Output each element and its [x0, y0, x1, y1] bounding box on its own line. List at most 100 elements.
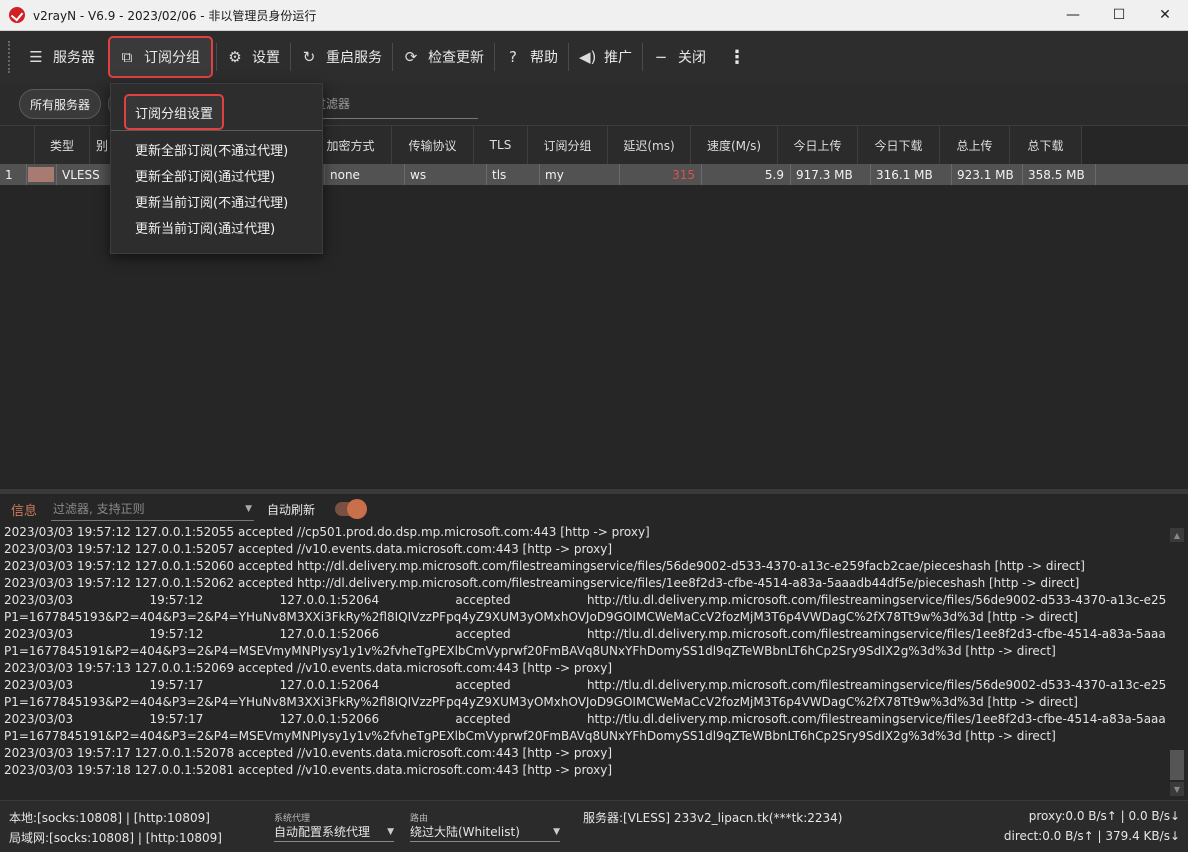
column-header-today-up[interactable]: 今日上传	[778, 126, 858, 164]
chevron-down-icon: ▼	[387, 826, 394, 837]
lan-ports: 局域网:[socks:10808] | [http:10809]	[9, 831, 222, 845]
auto-refresh-label: 自动刷新	[267, 502, 316, 517]
update-all-no-proxy-menu-item[interactable]: 更新全部订阅(不通过代理)	[135, 140, 288, 159]
row-delay: 315	[620, 164, 702, 185]
row-today-down: 316.1 MB	[871, 164, 952, 185]
column-header-total-up[interactable]: 总上传	[940, 126, 1010, 164]
subscription-settings-menu-item[interactable]: 订阅分组设置	[123, 94, 225, 130]
system-proxy-select[interactable]: 自动配置系统代理 ▼	[274, 822, 394, 842]
minimize-button[interactable]: —	[1050, 0, 1096, 31]
close-button[interactable]: − 关闭	[643, 39, 716, 75]
row-subscription: my	[540, 164, 620, 185]
server-filter-input[interactable]: 过滤器	[308, 91, 478, 119]
close-window-button[interactable]: ✕	[1142, 0, 1188, 31]
check-update-label: 检查更新	[428, 50, 484, 66]
log-line: P1=1677845193&P2=404&P3=2&P4=YHuNv8M3XXi…	[4, 695, 1078, 709]
help-button[interactable]: ? 帮助	[495, 39, 568, 75]
promote-button[interactable]: ◀) 推广	[569, 39, 642, 75]
log-line: 2023/03/03 19:57:13 127.0.0.1:52069 acce…	[4, 661, 613, 675]
column-header-tls[interactable]: TLS	[474, 126, 528, 164]
log-line: 2023/03/03 19:57:18 127.0.0.1:52081 acce…	[4, 763, 613, 777]
row-encryption: none	[325, 164, 405, 185]
main-toolbar: ☰ 服务器 ⧉ 订阅分组 ⚙ 设置 ↻ 重启服务 ⟳ 检查更新 ? 帮助 ◀) …	[0, 31, 1188, 83]
server-icon: ☰	[29, 48, 43, 66]
speaker-icon: ◀)	[579, 48, 597, 66]
current-server: 服务器:[VLESS] 233v2_lipacn.tk(***tk:2234)	[583, 811, 843, 825]
close-label: 关闭	[678, 50, 706, 66]
auto-refresh-toggle[interactable]	[335, 499, 368, 519]
log-line: 2023/03/03 19:57:12 127.0.0.1:52062 acce…	[4, 576, 1080, 590]
update-current-no-proxy-menu-item[interactable]: 更新当前订阅(不通过代理)	[135, 192, 288, 211]
column-header-total-down[interactable]: 总下载	[1010, 126, 1082, 164]
column-header-today-down[interactable]: 今日下载	[858, 126, 940, 164]
column-header-index	[0, 126, 35, 164]
log-line: 2023/03/03 19:57:17 127.0.0.1:52078 acce…	[4, 746, 613, 760]
row-total-up: 923.1 MB	[952, 164, 1023, 185]
more-options-button[interactable]: ⋮	[716, 47, 758, 68]
column-header-speed[interactable]: 速度(M/s)	[691, 126, 778, 164]
proxy-speed: proxy:0.0 B/s↑ | 0.0 B/s↓	[1028, 809, 1180, 823]
status-bar: 本地:[socks:10808] | [http:10809] 局域网:[soc…	[0, 800, 1188, 852]
update-all-proxy-menu-item[interactable]: 更新全部订阅(通过代理)	[135, 166, 275, 185]
servers-label: 服务器	[53, 50, 95, 66]
promote-label: 推广	[604, 50, 632, 66]
log-line: 2023/03/03 19:57:17 127.0.0.1:52066 acce…	[4, 712, 1166, 726]
row-transport: ws	[405, 164, 487, 185]
subscription-label: 订阅分组	[144, 50, 200, 66]
row-color-swatch	[28, 167, 54, 182]
log-line: 2023/03/03 19:57:12 127.0.0.1:52055 acce…	[4, 525, 650, 539]
routing-select[interactable]: 绕过大陆(Whitelist) ▼	[410, 822, 560, 842]
log-scrollbar[interactable]: ▲ ▼	[1170, 528, 1184, 796]
log-panel: 信息 过滤器, 支持正则 ▼ 自动刷新 2023/03/03 19:57:12 …	[0, 494, 1188, 800]
subscription-dropdown-menu: 订阅分组设置 更新全部订阅(不通过代理) 更新全部订阅(通过代理) 更新当前订阅…	[110, 83, 323, 254]
column-header-subscription[interactable]: 订阅分组	[528, 126, 608, 164]
log-line: 2023/03/03 19:57:12 127.0.0.1:52066 acce…	[4, 627, 1166, 641]
chevron-down-icon[interactable]: ▼	[245, 504, 252, 514]
row-speed: 5.9	[702, 164, 791, 185]
log-line: P1=1677845191&P2=404&P3=2&P4=MSEVmyMNPIy…	[4, 729, 1056, 743]
row-color-cell	[27, 164, 57, 185]
system-proxy-value: 自动配置系统代理	[274, 825, 371, 839]
log-line: 2023/03/03 19:57:12 127.0.0.1:52060 acce…	[4, 559, 1085, 573]
help-label: 帮助	[530, 50, 558, 66]
check-update-button[interactable]: ⟳ 检查更新	[393, 39, 494, 75]
log-line: 2023/03/03 19:57:12 127.0.0.1:52057 acce…	[4, 542, 613, 556]
restart-icon: ↻	[302, 48, 316, 66]
row-tls: tls	[487, 164, 540, 185]
column-header-delay[interactable]: 延迟(ms)	[608, 126, 691, 164]
maximize-button[interactable]: ☐	[1096, 0, 1142, 31]
scroll-up-icon[interactable]: ▲	[1170, 528, 1184, 542]
servers-button[interactable]: ☰ 服务器	[18, 39, 105, 75]
log-line: P1=1677845193&P2=404&P3=2&P4=YHuNv8M3XXi…	[4, 610, 1078, 624]
column-header-transport[interactable]: 传输协议	[392, 126, 474, 164]
toolbar-grip	[8, 41, 12, 73]
scroll-thumb[interactable]	[1170, 750, 1184, 780]
log-header: 信息 过滤器, 支持正则 ▼ 自动刷新	[0, 494, 1188, 524]
settings-label: 设置	[252, 50, 280, 66]
window-title: v2rayN - V6.9 - 2023/02/06 - 非以管理员身份运行	[33, 8, 317, 23]
log-filter-input[interactable]: 过滤器, 支持正则 ▼	[51, 497, 254, 521]
log-line: 2023/03/03 19:57:17 127.0.0.1:52064 acce…	[4, 678, 1166, 692]
column-header-type[interactable]: 类型	[35, 126, 90, 164]
title-bar: v2rayN - V6.9 - 2023/02/06 - 非以管理员身份运行 —…	[0, 0, 1188, 31]
log-line: P1=1677845191&P2=404&P3=2&P4=MSEVmyMNPIy…	[4, 644, 1056, 658]
subscription-button[interactable]: ⧉ 订阅分组	[108, 36, 213, 78]
update-current-proxy-menu-item[interactable]: 更新当前订阅(通过代理)	[135, 218, 275, 237]
settings-button[interactable]: ⚙ 设置	[217, 39, 290, 75]
log-output: 2023/03/03 19:57:12 127.0.0.1:52055 acce…	[4, 524, 1166, 796]
log-filter-placeholder: 过滤器, 支持正则	[53, 502, 145, 516]
refresh-icon: ⟳	[404, 48, 418, 66]
scroll-down-icon[interactable]: ▼	[1170, 782, 1184, 796]
all-servers-chip[interactable]: 所有服务器	[19, 89, 102, 119]
subscription-icon: ⧉	[121, 48, 133, 66]
local-ports: 本地:[socks:10808] | [http:10809]	[9, 811, 210, 825]
menu-divider	[111, 130, 322, 131]
restart-label: 重启服务	[326, 50, 382, 66]
chevron-down-icon: ▼	[553, 826, 560, 837]
restart-service-button[interactable]: ↻ 重启服务	[291, 39, 392, 75]
help-icon: ?	[509, 48, 517, 66]
log-line: 2023/03/03 19:57:12 127.0.0.1:52064 acce…	[4, 593, 1166, 607]
minus-icon: −	[654, 48, 668, 66]
gear-icon: ⚙	[228, 48, 242, 66]
row-today-up: 917.3 MB	[791, 164, 871, 185]
